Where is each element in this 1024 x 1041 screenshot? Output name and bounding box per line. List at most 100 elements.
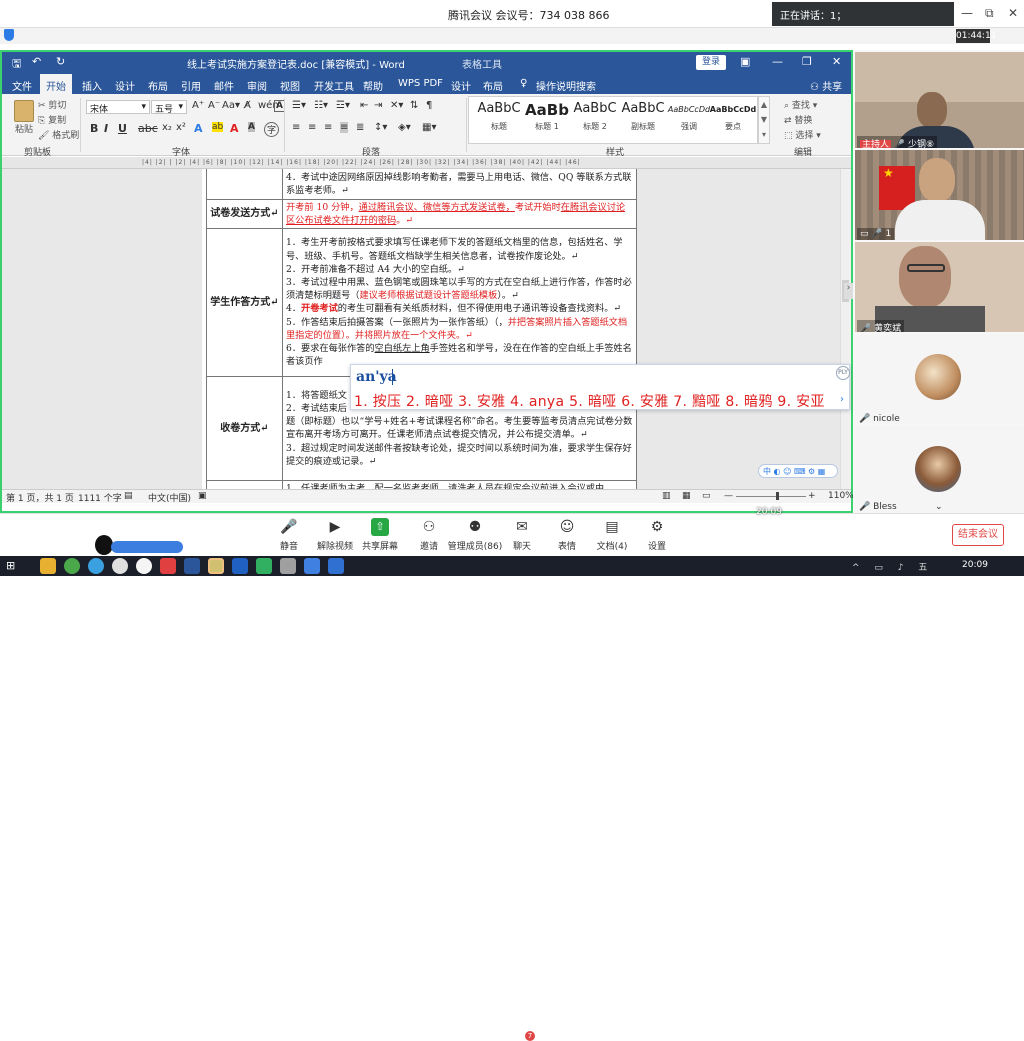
tab-review[interactable]: 审阅 [247, 78, 267, 93]
document-table[interactable]: 4．考试中途因网络原因掉线影响考勤者，需要马上用电话、微信、QQ 等联系方式联系… [206, 169, 637, 498]
find-button[interactable]: ⌕ 查找 ▾ [784, 98, 817, 111]
multilevel-list-icon[interactable]: ☲▾ [336, 100, 350, 111]
tab-view[interactable]: 视图 [280, 78, 300, 93]
word-restore-icon[interactable]: ❐ [802, 55, 812, 68]
system-tray[interactable]: ^ ▭ ♪ 五 [852, 560, 933, 573]
word-minimize-icon[interactable]: — [772, 55, 783, 68]
app-icon[interactable] [208, 558, 224, 574]
folder-icon[interactable] [40, 558, 56, 574]
share-button[interactable]: ⚇ 共享 [810, 78, 842, 93]
zoom-slider-thumb[interactable] [776, 492, 779, 500]
paste-button[interactable]: 粘贴 [10, 100, 38, 135]
highlight-icon[interactable]: ab [212, 122, 224, 132]
ribbon-options-icon[interactable]: ▣ [740, 55, 750, 68]
numbering-icon[interactable]: ☷▾ [314, 100, 328, 111]
tab-wps-pdf[interactable]: WPS PDF [398, 78, 443, 89]
tab-mailings[interactable]: 邮件 [214, 78, 234, 93]
format-painter-button[interactable]: 🖌 格式刷 [38, 128, 79, 141]
zoom-level[interactable]: 110% [828, 491, 854, 501]
app-icon[interactable] [280, 558, 296, 574]
sort-icon[interactable]: ⇅ [410, 100, 418, 111]
word-count[interactable]: 1111 个字 [78, 491, 122, 504]
styles-scroll[interactable]: ▲ ▼ ▾ [758, 96, 770, 144]
tab-table-layout[interactable]: 布局 [483, 78, 503, 93]
browser-icon[interactable] [64, 558, 80, 574]
language[interactable]: 中文(中国) [148, 491, 191, 504]
shading-icon[interactable]: ◈▾ [398, 122, 411, 133]
shield-icon[interactable] [4, 29, 14, 41]
participant-video[interactable]: ★ ▭ 🎤 1 [855, 150, 1024, 240]
borders-icon[interactable]: ▦▾ [422, 122, 436, 133]
font-color-icon[interactable]: A [230, 122, 239, 135]
redo-icon[interactable]: ↻ [56, 55, 65, 68]
macro-icon[interactable]: ▣ [198, 491, 207, 501]
tab-file[interactable]: 文件 [12, 78, 32, 93]
bold-icon[interactable]: B [90, 122, 98, 135]
read-mode-icon[interactable]: ▥ [662, 491, 671, 501]
horizontal-ruler[interactable]: |4| |2| | |2| |4| |6| |8| |10| |12| |14|… [2, 157, 851, 169]
web-layout-icon[interactable]: ▭ [702, 491, 711, 501]
undo-icon[interactable]: ↶ [32, 55, 41, 68]
app-icon[interactable] [136, 558, 152, 574]
font-name-select[interactable]: 宋体 ▾ [86, 100, 150, 115]
char-shading-icon[interactable]: A [248, 122, 255, 132]
cut-button[interactable]: ✂ 剪切 [38, 98, 66, 111]
app-icon[interactable] [232, 558, 248, 574]
close-icon[interactable]: ✕ [1008, 6, 1018, 20]
enclose-char-icon[interactable]: 字 [264, 122, 280, 137]
ime-toolbar[interactable]: 中 ◐ ☺ ⌨ ⚙ ▦ [758, 464, 838, 478]
font-size-select[interactable]: 五号 ▾ [151, 100, 187, 115]
participant-video[interactable]: 🎤 黄奕斌 [855, 242, 1024, 332]
italic-icon[interactable]: I [104, 122, 108, 135]
settings-button[interactable]: ⚙ 设置 [629, 518, 685, 552]
print-layout-icon[interactable]: ▦ [682, 491, 691, 501]
chevron-right-icon[interactable]: › [840, 394, 844, 405]
chevron-down-icon[interactable]: ⌄ [935, 502, 943, 512]
word-icon[interactable] [184, 558, 200, 574]
tell-me-search[interactable]: 操作说明搜索 [536, 78, 596, 93]
chinese-layout-icon[interactable]: ✕▾ [390, 100, 403, 111]
bullets-icon[interactable]: ☰▾ [292, 100, 306, 111]
tab-help[interactable]: 帮助 [363, 78, 383, 93]
qq-mascot-widget[interactable] [95, 535, 185, 555]
clear-format-icon[interactable]: A̸ [244, 100, 251, 111]
align-left-icon[interactable]: ≡ [292, 122, 300, 133]
distributed-icon[interactable]: ≣ [356, 122, 364, 133]
tab-table-design[interactable]: 设计 [451, 78, 471, 93]
end-meeting-button[interactable]: 结束会议 [952, 524, 1004, 546]
justify-icon[interactable]: ≡ [340, 122, 349, 133]
show-marks-icon[interactable]: ¶ [426, 100, 432, 111]
zoom-out-icon[interactable]: — [724, 491, 733, 501]
proofing-icon[interactable]: ▤ [124, 491, 133, 501]
participant-video[interactable]: 主持人 🎤 少钢⑧ [855, 52, 1024, 148]
app-icon[interactable] [328, 558, 344, 574]
word-close-icon[interactable]: ✕ [832, 55, 841, 68]
tab-home[interactable]: 开始 [40, 74, 72, 94]
panel-collapse-icon[interactable]: › [844, 283, 853, 299]
select-button[interactable]: ⬚ 选择 ▾ [784, 128, 821, 141]
minimize-icon[interactable]: — [961, 6, 973, 20]
grow-font-icon[interactable]: A⁺ [192, 100, 204, 111]
line-spacing-icon[interactable]: ↕▾ [374, 122, 387, 133]
decrease-indent-icon[interactable]: ⇤ [360, 100, 368, 111]
replace-button[interactable]: ⇄ 替换 [784, 113, 812, 126]
tab-references[interactable]: 引用 [181, 78, 201, 93]
zoom-slider[interactable] [736, 496, 806, 497]
app-icon[interactable] [112, 558, 128, 574]
increase-indent-icon[interactable]: ⇥ [374, 100, 382, 111]
text-effect-icon[interactable]: A [194, 122, 203, 135]
subscript-icon[interactable]: x₂ [162, 122, 172, 133]
save-icon[interactable]: 🖫 [12, 55, 21, 74]
login-button[interactable]: 登录 [696, 55, 726, 70]
tab-design[interactable]: 设计 [115, 78, 135, 93]
underline-icon[interactable]: U [118, 122, 127, 135]
share-screen-button[interactable]: ⇧ 共享屏幕 [352, 518, 408, 552]
taskbar-clock[interactable]: 20:09 [962, 560, 988, 570]
ime-candidates[interactable]: 1. 按压 2. 暗哑 3. 安雅 4. anya 5. 暗哑 6. 安雅 7.… [354, 391, 825, 411]
browser-icon[interactable] [88, 558, 104, 574]
superscript-icon[interactable]: x² [176, 122, 186, 133]
start-icon[interactable]: ⊞ [6, 559, 15, 572]
vertical-scrollbar[interactable] [840, 169, 851, 489]
participant-tile[interactable]: 🎤 Bless ⌄ [855, 426, 1024, 513]
tab-insert[interactable]: 插入 [82, 78, 102, 93]
